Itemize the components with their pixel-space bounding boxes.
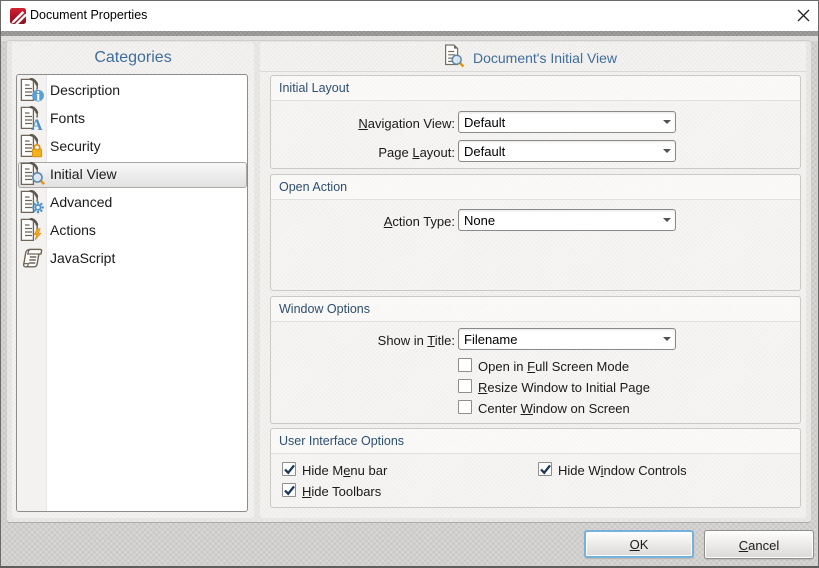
svg-text:i: i [36, 89, 40, 104]
svg-text:A: A [31, 117, 43, 133]
